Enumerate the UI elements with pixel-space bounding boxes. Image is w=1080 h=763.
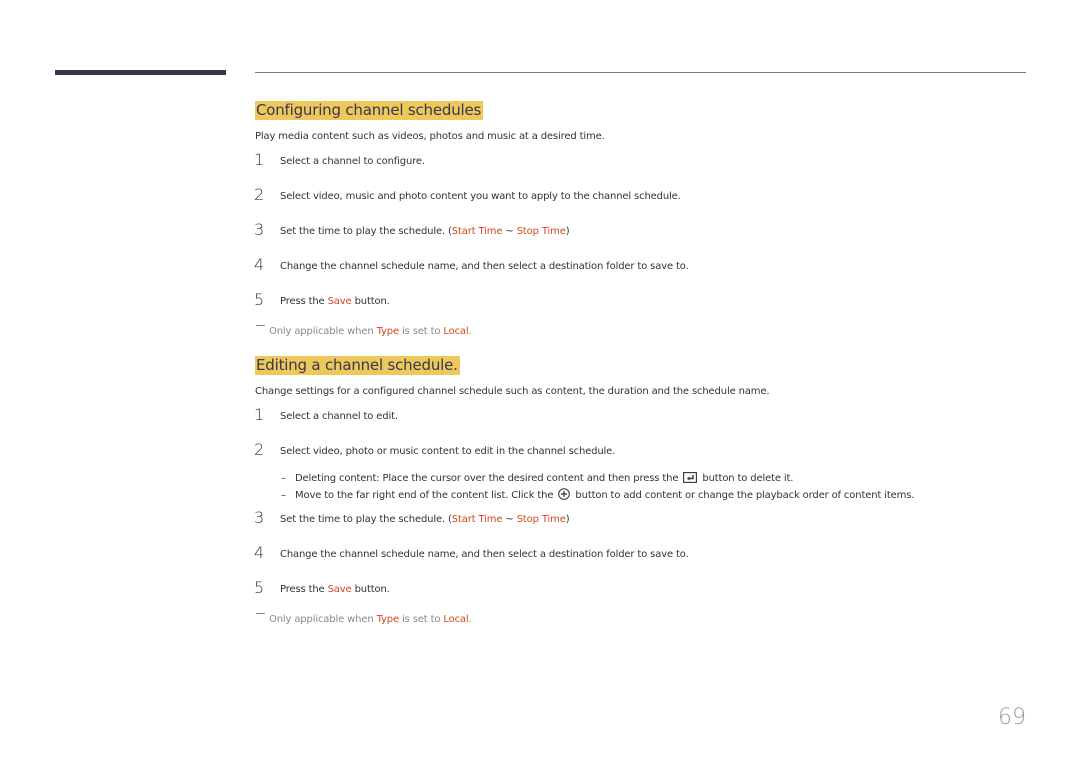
local-term: Local [443,326,469,337]
text: Press the [280,296,328,307]
step-text: Select a channel to configure. [280,156,425,167]
step-number: 2 [254,185,265,204]
text: button. [351,584,390,595]
text: Deleting content: Place the cursor over … [295,473,682,484]
text: ) [565,514,570,525]
step-number: 3 [254,220,265,239]
step-number: 4 [254,543,265,562]
step-number: 2 [254,440,265,459]
text: Move to the far right end of the content… [295,490,557,501]
text: ) [565,226,570,237]
step-text: Set the time to play the schedule. (Star… [280,225,570,238]
step-text: Press the Save button. [280,295,390,308]
step-number: 1 [254,405,265,424]
add-circle-icon [558,488,571,504]
stop-time-term: Stop Time [516,514,566,525]
step-number: 5 [254,578,265,597]
text: Only applicable when [269,326,377,337]
sub-item: – Deleting content: Place the cursor over… [281,472,793,487]
step-number: 5 [254,290,265,309]
note: Only applicable when Type is set to Loca… [256,325,472,338]
step-text: Change the channel schedule name, and th… [280,261,689,272]
text: is set to [398,326,444,337]
step-text: Set the time to play the schedule. (Star… [280,513,570,526]
dash: – [281,490,286,501]
step-text: Press the Save button. [280,583,390,596]
text: ~ [502,514,517,525]
text: . [468,614,472,625]
save-term: Save [327,584,352,595]
sub-item: – Move to the far right end of the conten… [281,488,914,504]
note-icon [256,613,265,614]
text: Only applicable when [269,614,377,625]
chapter-bar [55,70,226,75]
step-number: 4 [254,255,265,274]
page-number: 69 [998,705,1026,730]
top-divider [255,72,1026,73]
step-text: Select video, photo or music content to … [280,446,616,457]
type-term: Type [376,614,400,625]
text: Set the time to play the schedule. ( [280,226,452,237]
start-time-term: Start Time [451,226,503,237]
step-number: 3 [254,508,265,527]
text: Press the [280,584,328,595]
text: Set the time to play the schedule. ( [280,514,452,525]
section-intro: Play media content such as videos, photo… [255,131,605,142]
stop-time-term: Stop Time [516,226,566,237]
text: button to add content or change the play… [572,490,915,501]
section-title-configuring: Configuring channel schedules [255,101,484,120]
note-icon [256,325,265,326]
step-number: 1 [254,150,265,169]
delete-content-icon [683,472,698,487]
text: button to delete it. [699,473,794,484]
start-time-term: Start Time [451,514,503,525]
local-term: Local [443,614,469,625]
dash: – [281,473,286,484]
step-text: Select video, music and photo content yo… [280,191,681,202]
type-term: Type [376,326,400,337]
step-text: Change the channel schedule name, and th… [280,549,689,560]
text: button. [351,296,390,307]
text: ~ [502,226,517,237]
note: Only applicable when Type is set to Loca… [256,613,472,626]
save-term: Save [327,296,352,307]
text: . [468,326,472,337]
text: is set to [398,614,444,625]
step-text: Select a channel to edit. [280,411,398,422]
section-intro: Change settings for a configured channel… [255,386,770,397]
section-title-editing: Editing a channel schedule. [255,356,460,375]
